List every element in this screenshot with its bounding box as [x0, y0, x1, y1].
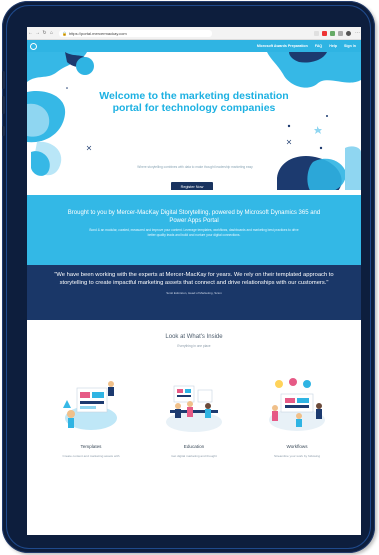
back-icon[interactable]: ← — [27, 30, 34, 36]
features-subheading: Everything in one place — [177, 344, 211, 348]
feature-title: Templates — [80, 444, 102, 449]
feature-title: Education — [183, 444, 205, 449]
workflows-illustration-icon — [269, 378, 325, 431]
refresh-icon[interactable]: ↻ — [41, 30, 48, 36]
nav-link-faq[interactable]: FAQ — [315, 44, 322, 48]
nav-link-awards[interactable]: Microsoft Awards Preparation — [257, 44, 308, 48]
tablet-frame: ← → ↻ ⌂ 🔒 https://portal.mercermackay.co… — [2, 1, 375, 553]
feature-title: Workflows — [286, 444, 308, 449]
url-text: https://portal.mercermackay.com — [68, 30, 127, 36]
education-illustration-icon — [166, 385, 222, 432]
forward-icon[interactable]: → — [34, 30, 41, 36]
templates-illustration-icon — [63, 381, 117, 430]
hero: Welcome to the marketing destination por… — [27, 52, 361, 190]
hero-blobs — [27, 52, 361, 190]
feature-description: Get digital marketing and thought — [171, 454, 217, 458]
volume-button — [2, 96, 5, 114]
features-section: Look at What's Inside Everything in one … — [27, 320, 361, 535]
site-nav: Microsoft Awards Preparation FAQ Help Si… — [27, 40, 361, 52]
extension-icon[interactable] — [314, 30, 319, 36]
feature-description: Create content and marketing assets with — [62, 454, 120, 458]
logo-icon[interactable] — [30, 42, 37, 50]
register-now-button[interactable]: Register Now — [171, 182, 213, 190]
screen: ← → ↻ ⌂ 🔒 https://portal.mercermackay.co… — [27, 27, 361, 535]
extension-icon[interactable] — [330, 30, 335, 36]
volume-button — [2, 71, 5, 89]
feature-card-education[interactable]: Education Get digital marketing and thou… — [146, 374, 242, 474]
features-heading: Look at What's Inside — [165, 334, 223, 340]
profile-icon[interactable] — [346, 30, 351, 36]
feature-card-templates[interactable]: Templates Create content and marketing a… — [43, 374, 139, 474]
lock-icon: 🔒 — [62, 30, 67, 36]
more-icon[interactable]: ⋯ — [354, 30, 361, 36]
extension-icon[interactable] — [338, 30, 343, 36]
power-button — [2, 126, 5, 136]
nav-link-help[interactable]: Help — [329, 44, 337, 48]
testimonial-author: Scott Edmiston, Head of Marketing, Scion — [166, 291, 222, 295]
powered-by-description: Bond & an modular, curated, measured and… — [89, 228, 299, 237]
browser-toolbar: ← → ↻ ⌂ 🔒 https://portal.mercermackay.co… — [27, 27, 361, 40]
powered-by-title: Brought to you by Mercer-MacKay Digital … — [67, 210, 321, 224]
hero-title: Welcome to the marketing destination por… — [99, 90, 289, 114]
feature-card-workflows[interactable]: Workflows Streamline your work by follow… — [249, 374, 345, 474]
feature-description: Streamline your work by following — [273, 454, 321, 458]
powered-by-section: Brought to you by Mercer-MacKay Digital … — [27, 195, 361, 265]
extension-icon[interactable] — [322, 30, 327, 36]
nav-link-signin[interactable]: Sign In — [344, 44, 356, 48]
hero-subtitle: Where storytelling combines with data to… — [137, 165, 253, 169]
home-icon[interactable]: ⌂ — [48, 30, 55, 36]
address-bar[interactable]: 🔒 https://portal.mercermackay.com — [59, 29, 212, 37]
testimonial-section: "We have been working with the experts a… — [27, 265, 361, 320]
testimonial-quote: "We have been working with the experts a… — [54, 272, 334, 286]
